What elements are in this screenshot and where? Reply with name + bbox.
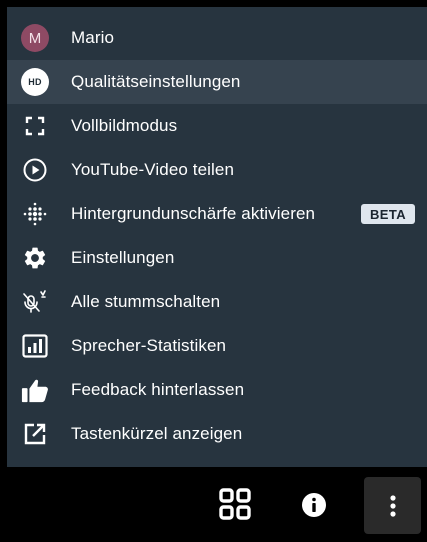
mic-muted-icon xyxy=(21,288,49,316)
menu-item-user[interactable]: M Mario xyxy=(7,16,427,60)
menu-item-label: Vollbildmodus xyxy=(71,116,178,135)
menu-item-label: Alle stummschalten xyxy=(71,292,221,311)
menu-item-label: YouTube-Video teilen xyxy=(71,160,235,179)
menu-item-label: Sprecher-Statistiken xyxy=(71,336,227,355)
menu-item-keyboard-shortcuts[interactable]: Tastenkürzel anzeigen xyxy=(7,412,427,456)
menu-item-label: Feedback hinterlassen xyxy=(71,380,245,399)
menu-item-background-blur[interactable]: Hintergrundunschärfe aktivieren BETA xyxy=(7,192,427,236)
more-options-button[interactable] xyxy=(364,477,421,534)
menu-item-quality-settings[interactable]: HD Qualitätseinstellungen xyxy=(7,60,427,104)
grid-view-button[interactable] xyxy=(217,486,253,522)
menu-item-fullscreen[interactable]: Vollbildmodus xyxy=(7,104,427,148)
menu-item-label: Tastenkürzel anzeigen xyxy=(71,424,243,443)
gear-icon xyxy=(21,244,49,272)
menu-item-feedback[interactable]: Feedback hinterlassen xyxy=(7,368,427,412)
menu-item-label: Qualitätseinstellungen xyxy=(71,72,241,91)
hd-icon: HD xyxy=(21,68,49,96)
menu-item-label: Hintergrundunschärfe aktivieren xyxy=(71,204,316,223)
menu-item-label: Mario xyxy=(71,28,115,47)
overflow-menu: M Mario HD Qualitätseinstellungen Vollbi… xyxy=(7,7,427,467)
menu-item-share-video[interactable]: YouTube-Video teilen xyxy=(7,148,427,192)
external-link-icon xyxy=(21,420,49,448)
bar-chart-icon xyxy=(21,332,49,360)
more-vertical-icon xyxy=(389,494,397,518)
play-circle-icon xyxy=(21,156,49,184)
avatar: M xyxy=(21,24,49,52)
menu-item-speaker-stats[interactable]: Sprecher-Statistiken xyxy=(7,324,427,368)
menu-item-mute-all[interactable]: Alle stummschalten xyxy=(7,280,427,324)
grid-view-icon xyxy=(218,487,252,521)
thumbs-up-icon xyxy=(21,376,49,404)
screen: M Mario HD Qualitätseinstellungen Vollbi… xyxy=(0,0,427,542)
fullscreen-icon xyxy=(21,112,49,140)
menu-item-settings[interactable]: Einstellungen xyxy=(7,236,427,280)
beta-badge: BETA xyxy=(361,204,416,224)
blur-dots-icon xyxy=(21,200,49,228)
hd-badge: HD xyxy=(21,68,49,96)
info-icon xyxy=(301,492,327,518)
user-avatar-icon: M xyxy=(21,24,49,52)
info-button[interactable] xyxy=(299,490,329,520)
menu-item-label: Einstellungen xyxy=(71,248,175,267)
bottom-toolbar xyxy=(7,467,427,542)
